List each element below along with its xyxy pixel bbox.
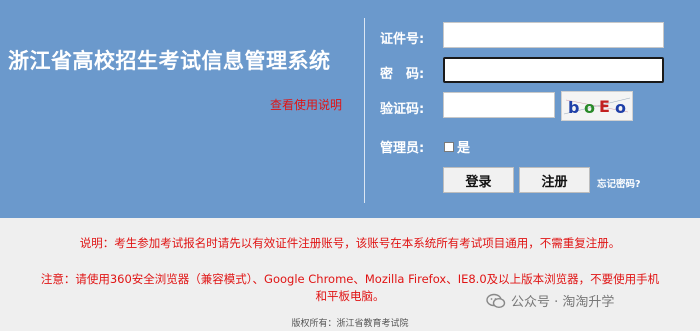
watermark-text: 公众号 · 淘淘升学 <box>511 295 615 310</box>
captcha-glyphs: b o E o <box>563 97 631 117</box>
svg-text:b: b <box>568 98 579 117</box>
register-button[interactable]: 注册 <box>519 167 590 193</box>
system-title: 浙江省高校招生考试信息管理系统 <box>8 49 331 73</box>
id-number-input[interactable] <box>443 22 664 48</box>
explanation-notice: 说明：考生参加考试报名时请先以有效证件注册账号，该账号在本系统所有考试项目通用，… <box>79 236 621 250</box>
attention-line-1: 注意：请使用360安全浏览器（兼容模式）、Google Chrome、Mozil… <box>40 272 660 286</box>
watermark: 公众号 · 淘淘升学 <box>486 291 614 310</box>
id-number-label: 证件号: <box>380 32 425 47</box>
wechat-icon <box>486 293 506 308</box>
forgot-password-link[interactable]: 忘记密码? <box>597 176 641 190</box>
checkbox-square[interactable] <box>444 141 454 152</box>
password-input[interactable] <box>443 57 664 83</box>
admin-label: 管理员: <box>380 141 425 156</box>
svg-text:o: o <box>584 98 595 117</box>
svg-text:o: o <box>615 98 626 117</box>
usage-instructions-link[interactable]: 查看使用说明 <box>270 96 342 113</box>
captcha-image[interactable]: b o E o <box>561 91 633 121</box>
password-label: 密 码: <box>380 67 425 82</box>
admin-checkbox[interactable]: 是 <box>444 137 470 156</box>
captcha-input[interactable] <box>443 92 555 118</box>
login-button[interactable]: 登录 <box>443 167 514 193</box>
admin-option-label: 是 <box>457 141 471 156</box>
copyright-footer: 版权所有：浙江省教育考试院 <box>291 319 409 329</box>
captcha-label: 验证码: <box>380 102 425 117</box>
header-banner: 浙江省高校招生考试信息管理系统 查看使用说明 证件号: 密 码: 验证码: b … <box>0 0 700 218</box>
divider <box>364 18 365 203</box>
svg-text:E: E <box>599 97 610 116</box>
